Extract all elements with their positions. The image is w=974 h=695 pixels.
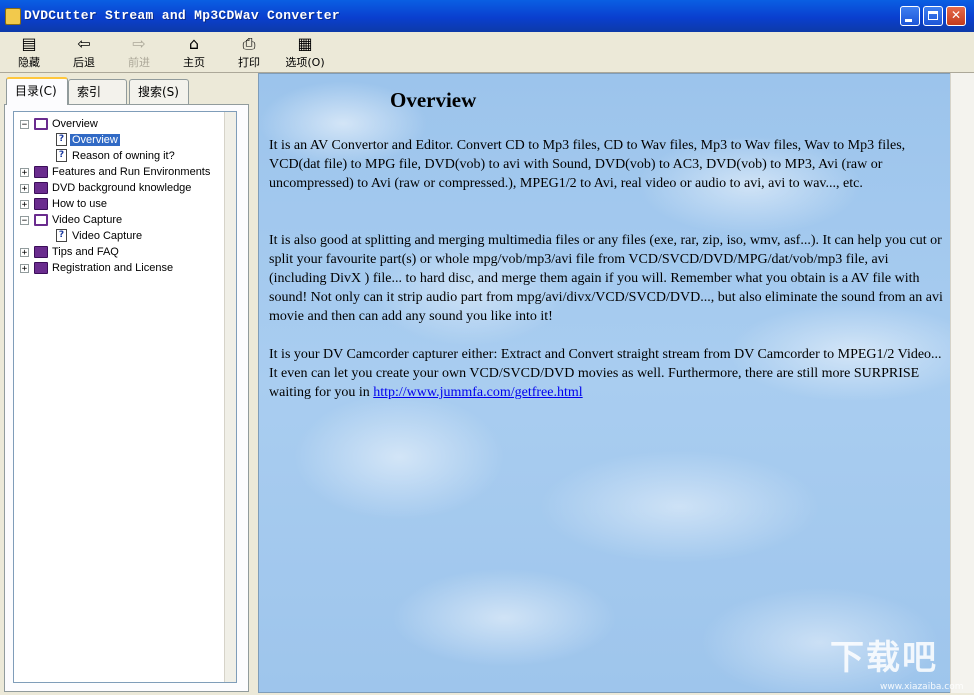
app-icon (5, 8, 21, 25)
title-bar[interactable]: DVDCutter Stream and Mp3CDWav Converter … (0, 0, 974, 32)
hide-button[interactable]: ▤ 隐藏 (4, 34, 54, 70)
collapse-icon[interactable]: − (20, 216, 29, 225)
expand-icon[interactable]: + (20, 200, 29, 209)
tree-item-overview-page[interactable]: Overview (70, 132, 120, 148)
tree-item-how-to-use[interactable]: How to use (52, 196, 107, 212)
tree-item-features[interactable]: Features and Run Environments (52, 164, 210, 180)
close-button[interactable]: ✕ (946, 6, 966, 26)
options-button[interactable]: ▦ 选项(O) (279, 34, 331, 70)
printer-icon: ⎙ (224, 34, 274, 54)
back-button[interactable]: ⇦ 后退 (59, 34, 109, 70)
home-label: 主页 (169, 54, 219, 70)
getfree-link[interactable]: http://www.jummfa.com/getfree.html (373, 385, 582, 400)
window-title: DVDCutter Stream and Mp3CDWav Converter (24, 8, 340, 23)
open-book-icon (34, 118, 48, 130)
minimize-button[interactable] (900, 6, 920, 26)
topic-content: Overview It is an AV Convertor and Edito… (258, 73, 961, 693)
content-scrollbar[interactable] (950, 73, 974, 693)
closed-book-icon (34, 246, 48, 258)
paragraph-camcorder: It is your DV Camcorder capturer either:… (269, 345, 944, 402)
watermark-url: www.xiazaiba.com (880, 682, 964, 692)
closed-book-icon (34, 198, 48, 210)
tree-item-selected-label: Overview (70, 134, 120, 146)
tree-item-reason[interactable]: Reason of owning it? (72, 148, 175, 164)
back-arrow-icon: ⇦ (59, 34, 109, 54)
watermark-logo: 下载吧 (830, 630, 938, 679)
tree-item-overview[interactable]: Overview (52, 116, 98, 132)
close-icon: ✕ (947, 8, 965, 22)
navigation-pane: 目录(C) 索引(N) 搜索(S) − Overview ? Overview … (0, 73, 253, 695)
help-page-icon: ? (56, 133, 67, 146)
print-label: 打印 (224, 54, 274, 70)
tree-item-dvd-background[interactable]: DVD background knowledge (52, 180, 191, 196)
expand-icon[interactable]: + (20, 168, 29, 177)
tree-item-video-capture[interactable]: Video Capture (52, 212, 122, 228)
tab-index[interactable]: 索引(N) (68, 79, 127, 104)
tab-contents-label: 目录(C) (15, 84, 57, 98)
maximize-button[interactable] (923, 6, 943, 26)
paragraph-intro: It is an AV Convertor and Editor. Conver… (269, 136, 944, 193)
back-label: 后退 (59, 54, 109, 70)
forward-button[interactable]: ⇨ 前进 (114, 34, 164, 70)
forward-arrow-icon: ⇨ (114, 34, 164, 54)
open-book-icon (34, 214, 48, 226)
collapse-icon[interactable]: − (20, 120, 29, 129)
tree-item-registration[interactable]: Registration and License (52, 260, 173, 276)
paragraph-camcorder-text: It is your DV Camcorder capturer either:… (269, 347, 942, 400)
expand-icon[interactable]: + (20, 184, 29, 193)
maximize-icon (928, 11, 938, 20)
tab-search-label: 搜索(S) (138, 85, 179, 99)
minimize-icon (905, 19, 912, 22)
closed-book-icon (34, 182, 48, 194)
closed-book-icon (34, 166, 48, 178)
home-icon: ⌂ (169, 34, 219, 54)
tree-item-video-capture-page[interactable]: Video Capture (72, 228, 142, 244)
hide-pane-icon: ▤ (4, 34, 54, 54)
tab-search[interactable]: 搜索(S) (129, 79, 189, 104)
hide-label: 隐藏 (4, 54, 54, 70)
print-button[interactable]: ⎙ 打印 (224, 34, 274, 70)
expand-icon[interactable]: + (20, 264, 29, 273)
tab-panel: − Overview ? Overview ? Reason of owning… (4, 104, 249, 692)
topic-title: Overview (390, 88, 476, 113)
options-icon: ▦ (279, 34, 331, 54)
toolbar: ▤ 隐藏 ⇦ 后退 ⇨ 前进 ⌂ 主页 ⎙ 打印 ▦ 选项(O) (0, 32, 974, 73)
tree-item-tips-faq[interactable]: Tips and FAQ (52, 244, 119, 260)
expand-icon[interactable]: + (20, 248, 29, 257)
options-label: 选项(O) (279, 54, 331, 70)
help-page-icon: ? (56, 149, 67, 162)
closed-book-icon (34, 262, 48, 274)
home-button[interactable]: ⌂ 主页 (169, 34, 219, 70)
tree-scrollbar[interactable] (224, 112, 236, 682)
help-page-icon: ? (56, 229, 67, 242)
contents-tree[interactable]: − Overview ? Overview ? Reason of owning… (13, 111, 237, 683)
forward-label: 前进 (114, 54, 164, 70)
paragraph-splitting: It is also good at splitting and merging… (269, 231, 944, 326)
tab-contents[interactable]: 目录(C) (6, 77, 68, 105)
